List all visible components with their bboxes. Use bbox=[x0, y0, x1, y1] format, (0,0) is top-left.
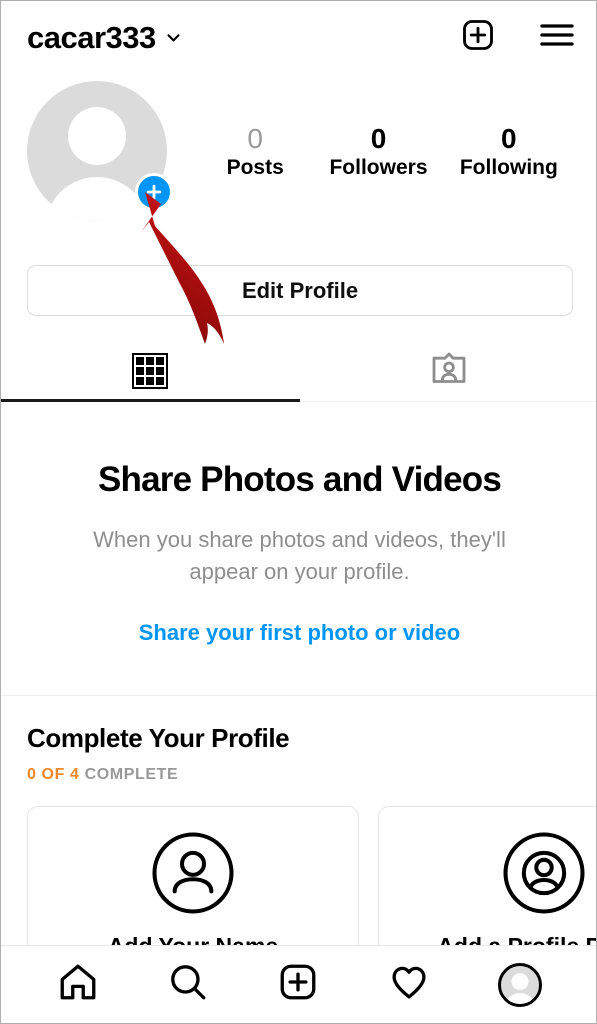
complete-profile-title: Complete Your Profile bbox=[27, 723, 572, 754]
account-switcher[interactable]: cacar333 bbox=[27, 22, 182, 53]
hamburger-menu-icon[interactable] bbox=[538, 20, 576, 55]
nav-activity[interactable] bbox=[388, 961, 430, 1008]
username-label: cacar333 bbox=[27, 22, 156, 53]
complete-profile-section: Complete Your Profile 0 OF 4 COMPLETE bbox=[1, 697, 597, 784]
avatar-head bbox=[68, 107, 126, 165]
chevron-down-icon[interactable] bbox=[165, 29, 182, 46]
tab-grid[interactable] bbox=[1, 341, 300, 401]
nav-search[interactable] bbox=[167, 961, 209, 1008]
empty-state-title: Share Photos and Videos bbox=[98, 460, 501, 500]
nav-create[interactable] bbox=[277, 961, 319, 1008]
progress-word: COMPLETE bbox=[85, 766, 179, 783]
posts-count: 0 bbox=[213, 123, 297, 155]
share-first-photo-link[interactable]: Share your first photo or video bbox=[139, 620, 460, 646]
tagged-person-card-icon bbox=[429, 349, 469, 394]
followers-count: 0 bbox=[329, 123, 427, 155]
empty-state: Share Photos and Videos When you share p… bbox=[1, 426, 597, 696]
edit-profile-button[interactable]: Edit Profile bbox=[27, 265, 573, 316]
following-label: Following bbox=[460, 155, 558, 181]
grid-icon bbox=[132, 353, 168, 389]
posts-label: Posts bbox=[213, 155, 297, 181]
profile-avatar-icon bbox=[498, 963, 542, 1007]
stat-followers[interactable]: 0 Followers bbox=[329, 123, 427, 181]
heart-icon bbox=[388, 961, 430, 1008]
nav-profile[interactable] bbox=[498, 963, 542, 1007]
progress-count: 0 OF 4 bbox=[27, 766, 80, 783]
stat-posts[interactable]: 0 Posts bbox=[213, 123, 297, 181]
avatar-body bbox=[45, 177, 149, 221]
nav-home[interactable] bbox=[57, 961, 99, 1008]
search-icon bbox=[167, 961, 209, 1008]
person-in-circle-icon bbox=[500, 829, 588, 917]
person-outline-icon bbox=[149, 829, 237, 917]
following-count: 0 bbox=[460, 123, 558, 155]
bottom-navigation bbox=[1, 945, 597, 1023]
instagram-profile-screen: cacar333 0 bbox=[0, 0, 597, 1024]
stat-following[interactable]: 0 Following bbox=[460, 123, 558, 181]
header-actions bbox=[460, 17, 576, 58]
empty-state-subtitle: When you share photos and videos, they'l… bbox=[65, 524, 535, 588]
avatar[interactable] bbox=[27, 81, 167, 221]
plus-square-icon bbox=[277, 961, 319, 1008]
plus-square-icon[interactable] bbox=[460, 17, 496, 58]
top-header: cacar333 bbox=[1, 1, 597, 73]
profile-summary: 0 Posts 0 Followers 0 Following bbox=[1, 81, 597, 221]
add-story-plus-badge[interactable] bbox=[135, 173, 173, 211]
profile-stats: 0 Posts 0 Followers 0 Following bbox=[167, 81, 597, 181]
profile-tabs bbox=[1, 341, 597, 402]
complete-profile-progress: 0 OF 4 COMPLETE bbox=[27, 766, 572, 784]
followers-label: Followers bbox=[329, 155, 427, 181]
tab-tagged[interactable] bbox=[300, 341, 597, 401]
home-icon bbox=[57, 961, 99, 1008]
